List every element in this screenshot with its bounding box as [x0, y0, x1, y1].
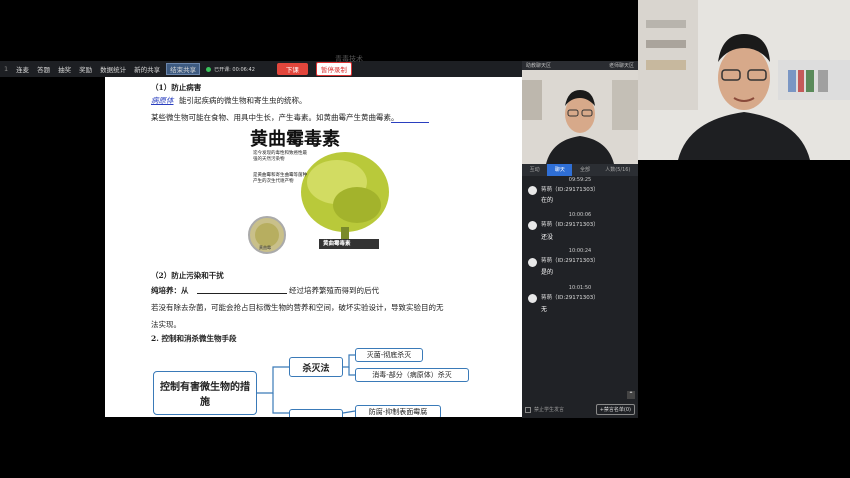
tab-all[interactable]: 全部: [572, 164, 597, 176]
toolbar-new-share[interactable]: 新的共享: [130, 64, 164, 74]
toolbar-reward[interactable]: 奖励: [75, 64, 96, 74]
toolbar-end-share[interactable]: 结束共享: [166, 63, 201, 75]
chat-footer: 禁止学生发言 +禁言名单(0): [522, 401, 638, 418]
message-user: 蒋萌（ID:29171303）: [541, 187, 599, 193]
mindmap-branch-kill: 杀灭法: [289, 357, 343, 377]
chat-header-right[interactable]: 老师聊天区: [609, 62, 634, 69]
avatar-icon: [528, 294, 537, 303]
chat-tabs: 互动 聊天 全部 人数(5/16): [522, 164, 638, 176]
message-time: 09:59:25: [568, 177, 592, 183]
message-text: 是的: [541, 269, 554, 276]
toolbar-lottery[interactable]: 抽奖: [54, 64, 75, 74]
message-time: 10:00:24: [568, 248, 592, 254]
class-toolbar: 1 连麦 答题 抽奖 奖励 数据统计 新的共享 结束共享 已开课: 00:06:…: [0, 61, 522, 77]
avatar-icon: [528, 258, 537, 267]
tab-chat[interactable]: 聊天: [547, 164, 573, 176]
pause-recording-button[interactable]: 暂停录制: [315, 62, 352, 76]
mindmap-leaf-preserve: 防腐-抑制表面霉腐: [355, 405, 441, 417]
avatar-icon: [528, 186, 537, 195]
message-text: 还没: [541, 234, 554, 241]
teacher-camera-small: [522, 70, 638, 164]
toolbar-quiz[interactable]: 答题: [33, 64, 54, 74]
end-class-button[interactable]: 下课: [276, 63, 308, 75]
class-timer: 已开课: 00:06:42: [214, 66, 255, 73]
doc-top-fragment: 青毒技术: [335, 55, 363, 63]
message-time: 10:00:06: [568, 212, 592, 218]
message-text: 无: [541, 306, 548, 313]
message-time: 10:01:50: [568, 285, 592, 291]
chat-header-left[interactable]: 助教聊天区: [526, 62, 551, 69]
mindmap-leaf-sterilize: 灭菌-彻底杀灭: [355, 348, 423, 362]
mute-list-button[interactable]: +禁言名单(0): [595, 404, 635, 415]
message-text: 在的: [541, 197, 554, 204]
message-user: 蒋萌（ID:29171303）: [541, 258, 599, 264]
mindmap-root: 控制有害微生物的措施: [153, 371, 257, 415]
page-number: 1: [4, 65, 9, 73]
toolbar-stats[interactable]: 数据统计: [96, 64, 130, 74]
tab-interact[interactable]: 互动: [522, 164, 547, 176]
mute-students-checkbox[interactable]: [525, 406, 531, 413]
toolbar-connect-mic[interactable]: 连麦: [12, 64, 33, 74]
mindmap-leaf-disinfect: 消毒-部分（病原体）杀灭: [355, 368, 469, 382]
tab-people[interactable]: 人数(5/16): [598, 164, 638, 176]
chat-panel: 助教聊天区 老师聊天区 互动 聊天 全部 人数(5/16) 09:59:25 蒋…: [522, 61, 638, 418]
mute-students-label: 禁止学生发言: [534, 407, 565, 413]
recording-dot-icon: [206, 66, 212, 72]
teacher-camera-main: [638, 0, 850, 160]
shared-document: （1）防止病害 病原体 能引起疾病的微生物和寄生虫的统称。 某些微生物可能在食物…: [105, 77, 522, 417]
message-user: 蒋萌（ID:29171303）: [541, 222, 599, 228]
message-user: 蒋萌（ID:29171303）: [541, 295, 599, 301]
avatar-icon: [528, 221, 537, 230]
scroll-up-icon[interactable]: ⌃: [627, 391, 635, 399]
chat-header: 助教聊天区 老师聊天区: [522, 61, 638, 70]
mindmap-branch-2: [289, 409, 343, 417]
